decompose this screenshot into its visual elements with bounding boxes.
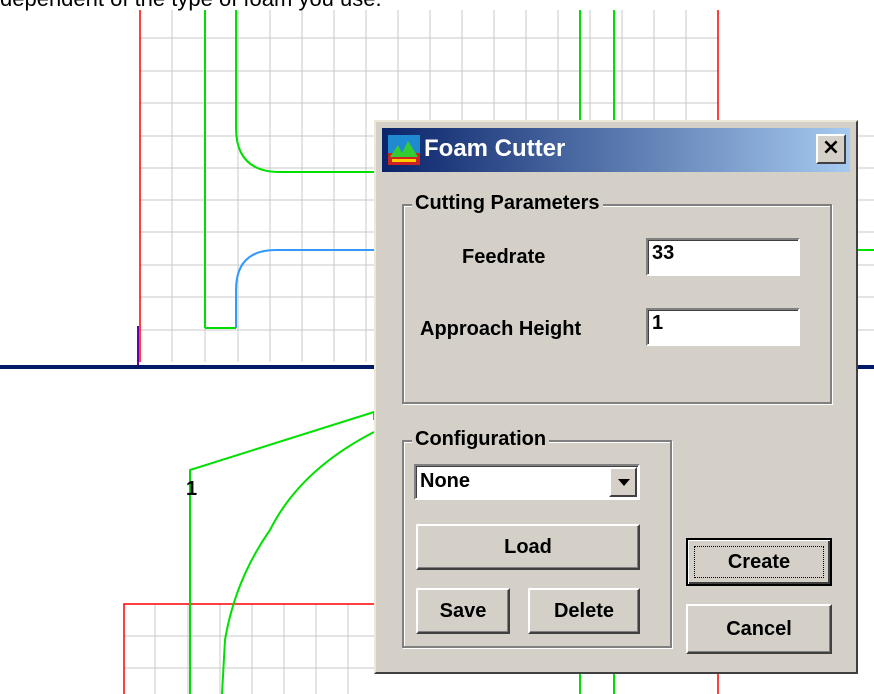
dialog-titlebar[interactable]: Foam Cutter × (382, 128, 850, 172)
configuration-select[interactable]: None (414, 464, 640, 500)
document-text: dependent of the type of foam you use. (0, 0, 382, 12)
approach-height-label: Approach Height (420, 318, 582, 340)
dialog-title: Foam Cutter (424, 135, 566, 162)
configuration-selected-value: None (420, 470, 470, 492)
delete-button[interactable]: Delete (528, 588, 640, 634)
create-button[interactable]: Create (686, 538, 832, 586)
grid-bottom (124, 604, 374, 694)
chevron-down-icon (618, 479, 630, 486)
close-button[interactable]: × (816, 134, 846, 164)
blue-tool-path (235, 249, 374, 328)
load-button[interactable]: Load (416, 524, 640, 570)
path-label: 1 (186, 478, 197, 500)
focus-indicator (694, 546, 824, 578)
feedrate-input[interactable]: 33 (646, 238, 800, 276)
feedrate-label: Feedrate (462, 246, 546, 268)
cancel-button[interactable]: Cancel (686, 604, 832, 654)
cutting-parameters-group: Cutting Parameters (402, 192, 832, 404)
approach-height-input[interactable]: 1 (646, 308, 800, 346)
save-button[interactable]: Save (416, 588, 510, 634)
configuration-dropdown-button[interactable] (609, 467, 637, 497)
cutting-parameters-label: Cutting Parameters (412, 192, 603, 215)
configuration-label: Configuration (412, 428, 550, 451)
foam-cutter-dialog: Foam Cutter × Cutting Parameters Feedrat… (374, 120, 858, 674)
foam-cutter-app-icon (388, 135, 420, 165)
